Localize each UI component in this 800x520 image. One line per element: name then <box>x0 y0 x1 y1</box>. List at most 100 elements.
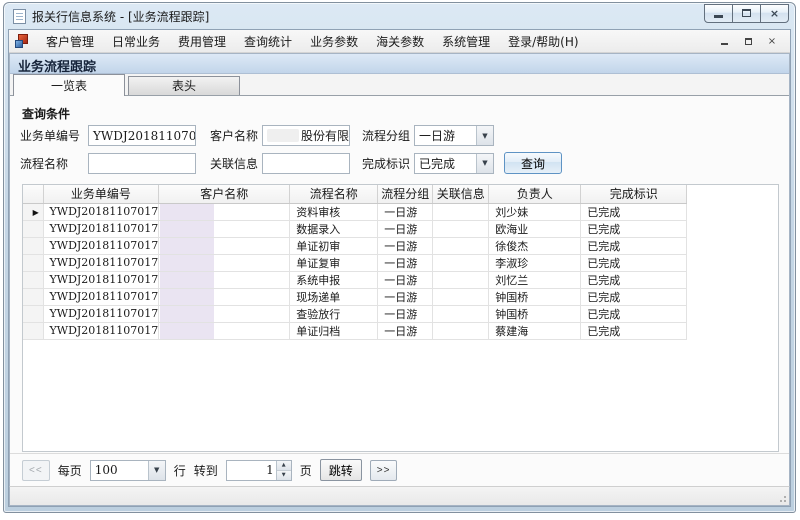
menu-item-8[interactable]: 登录/帮助(H) <box>499 30 587 53</box>
cell-group[interactable]: 一日游 <box>378 254 433 271</box>
cell-process[interactable]: 查验放行 <box>290 305 378 322</box>
close-button[interactable]: × <box>760 4 789 23</box>
menu-item-3[interactable]: 费用管理 <box>169 30 235 53</box>
cell-owner[interactable]: 李淑珍 <box>489 254 581 271</box>
cell-process[interactable]: 系统申报 <box>290 271 378 288</box>
cell-customer[interactable]: 有限公司 <box>159 203 290 220</box>
cell-order_no[interactable]: YWDJ20181107017 <box>43 237 159 254</box>
cell-customer[interactable]: 有限公司 <box>159 237 290 254</box>
cell-customer[interactable]: 有限公司 <box>159 271 290 288</box>
row-selector-cell[interactable] <box>23 220 43 237</box>
jump-button[interactable]: 跳转 <box>320 459 362 481</box>
column-header-6[interactable]: 负责人 <box>489 185 581 203</box>
menu-item-5[interactable]: 业务参数 <box>301 30 367 53</box>
cell-related[interactable] <box>433 237 489 254</box>
cell-related[interactable] <box>433 271 489 288</box>
table-row[interactable]: ▶YWDJ20181107017有限公司资料审核一日游刘少妹已完成 <box>23 203 687 220</box>
cell-process[interactable]: 单证初审 <box>290 237 378 254</box>
table-row[interactable]: YWDJ20181107017有限公司单证归档一日游 蔡建海已完成 <box>23 322 687 339</box>
mdi-restore-button[interactable] <box>740 34 756 48</box>
cell-owner[interactable]: 蔡建海 <box>489 322 581 339</box>
per-page-dropdown-button[interactable]: ▼ <box>148 461 165 480</box>
row-selector-cell[interactable]: ▶ <box>23 203 43 220</box>
order-no-input[interactable]: YWDJ20181107017 <box>88 125 196 146</box>
cell-owner[interactable]: 欧海业 <box>489 220 581 237</box>
status-dropdown-button[interactable]: ▼ <box>476 154 493 173</box>
cell-status[interactable]: 已完成 <box>581 254 687 271</box>
cell-group[interactable]: 一日游 <box>378 220 433 237</box>
cell-customer[interactable]: 有限公司 <box>159 254 290 271</box>
menu-item-2[interactable]: 日常业务 <box>103 30 169 53</box>
row-selector-cell[interactable] <box>23 271 43 288</box>
cell-group[interactable]: 一日游 <box>378 305 433 322</box>
cell-group[interactable]: 一日游 <box>378 288 433 305</box>
column-header-1[interactable]: 业务单编号 <box>43 185 159 203</box>
spin-up-button[interactable]: ▲ <box>277 461 291 471</box>
status-combobox[interactable]: 已完成 ▼ <box>414 153 494 174</box>
column-header-7[interactable]: 完成标识 <box>581 185 687 203</box>
menu-item-7[interactable]: 系统管理 <box>433 30 499 53</box>
cell-status[interactable]: 已完成 <box>581 288 687 305</box>
related-input[interactable] <box>262 153 350 174</box>
cell-status[interactable]: 已完成 <box>581 305 687 322</box>
menu-item-6[interactable]: 海关参数 <box>367 30 433 53</box>
restore-button[interactable] <box>732 4 761 23</box>
prev-page-button[interactable]: << <box>22 460 50 481</box>
cell-process[interactable]: 单证归档 <box>290 322 378 339</box>
cell-status[interactable]: 已完成 <box>581 322 687 339</box>
cell-status[interactable]: 已完成 <box>581 237 687 254</box>
cell-process[interactable]: 现场递单 <box>290 288 378 305</box>
cell-owner[interactable]: 刘忆兰 <box>489 271 581 288</box>
cell-owner[interactable]: 钟国桥 <box>489 305 581 322</box>
mdi-close-button[interactable]: × <box>764 34 780 48</box>
process-input[interactable] <box>88 153 196 174</box>
cell-order_no[interactable]: YWDJ20181107017 <box>43 220 159 237</box>
spin-down-button[interactable]: ▼ <box>277 471 291 480</box>
group-dropdown-button[interactable]: ▼ <box>476 126 493 145</box>
column-header-4[interactable]: 流程分组 <box>378 185 433 203</box>
cell-related[interactable] <box>433 254 489 271</box>
cell-status[interactable]: 已完成 <box>581 271 687 288</box>
row-selector-cell[interactable] <box>23 254 43 271</box>
cell-process[interactable]: 数据录入 <box>290 220 378 237</box>
cell-related[interactable] <box>433 220 489 237</box>
cell-status[interactable]: 已完成 <box>581 203 687 220</box>
table-row[interactable]: YWDJ20181107017有限公司查验放行一日游钟国桥已完成 <box>23 305 687 322</box>
column-header-5[interactable]: 关联信息 <box>433 185 489 203</box>
menu-item-4[interactable]: 查询统计 <box>235 30 301 53</box>
cell-order_no[interactable]: YWDJ20181107017 <box>43 203 159 220</box>
tab-2[interactable]: 表头 <box>128 76 240 95</box>
table-row[interactable]: YWDJ20181107017有限公司现场递单一日游钟国桥已完成 <box>23 288 687 305</box>
cell-order_no[interactable]: YWDJ20181107017 <box>43 254 159 271</box>
cell-related[interactable] <box>433 322 489 339</box>
cell-customer[interactable]: 有限公司 <box>159 322 290 339</box>
cell-order_no[interactable]: YWDJ20181107017 <box>43 322 159 339</box>
per-page-combobox[interactable]: 100 ▼ <box>90 460 166 481</box>
cell-process[interactable]: 单证复审 <box>290 254 378 271</box>
cell-order_no[interactable]: YWDJ20181107017 <box>43 271 159 288</box>
group-combobox[interactable]: 一日游 ▼ <box>414 125 494 146</box>
cell-group[interactable]: 一日游 <box>378 322 433 339</box>
row-selector-cell[interactable] <box>23 288 43 305</box>
cell-group[interactable]: 一日游 <box>378 271 433 288</box>
cell-process[interactable]: 资料审核 <box>290 203 378 220</box>
mdi-minimize-button[interactable] <box>716 34 732 48</box>
cell-group[interactable]: 一日游 <box>378 203 433 220</box>
page-number-stepper[interactable]: 1 ▲ ▼ <box>226 460 292 481</box>
table-row[interactable]: YWDJ20181107017有限公司单证初审一日游徐俊杰已完成 <box>23 237 687 254</box>
table-row[interactable]: YWDJ20181107017有限公司单证复审一日游 李淑珍已完成 <box>23 254 687 271</box>
customer-input[interactable]: 股份有限公司 <box>262 125 350 146</box>
cell-order_no[interactable]: YWDJ20181107017 <box>43 305 159 322</box>
cell-related[interactable] <box>433 203 489 220</box>
menu-item-1[interactable]: 客户管理 <box>37 30 103 53</box>
table-row[interactable]: YWDJ20181107017有限公司系统申报一日游 刘忆兰已完成 <box>23 271 687 288</box>
cell-related[interactable] <box>433 288 489 305</box>
column-header-2[interactable]: 客户名称 <box>159 185 290 203</box>
cell-customer[interactable]: 有限公司 <box>159 220 290 237</box>
row-selector-cell[interactable] <box>23 322 43 339</box>
cell-owner[interactable]: 钟国桥 <box>489 288 581 305</box>
cell-related[interactable] <box>433 305 489 322</box>
minimize-button[interactable] <box>704 4 733 23</box>
tab-1[interactable]: 一览表 <box>13 74 125 96</box>
search-button[interactable]: 查询 <box>504 152 562 174</box>
